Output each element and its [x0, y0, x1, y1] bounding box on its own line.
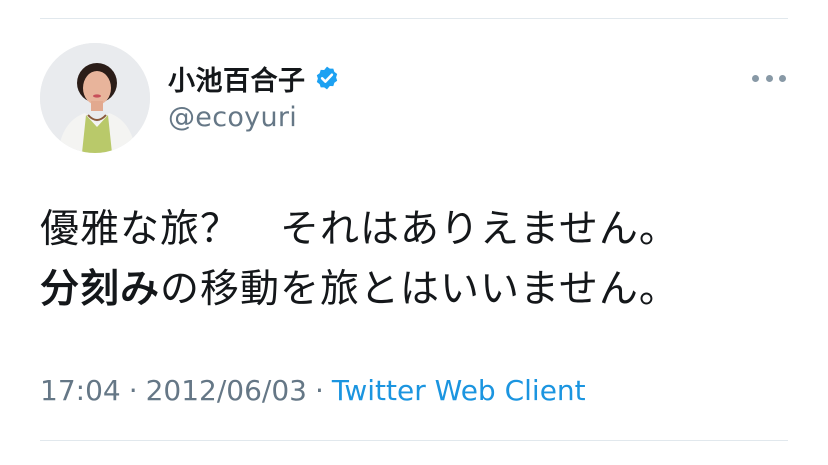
more-dot [752, 74, 759, 82]
author-display-name[interactable]: 小池百合子 [168, 59, 306, 98]
verified-badge-icon [314, 65, 340, 91]
more-dot [765, 74, 773, 82]
tweet-line-2: 分刻みの移動を旅とはいいません。 [40, 260, 800, 320]
author-name-row: 小池百合子 [168, 58, 340, 98]
avatar-image [40, 43, 150, 153]
tweet-client-link[interactable]: Twitter Web Client [332, 374, 586, 407]
more-dot [779, 74, 786, 82]
meta-separator: · [315, 374, 324, 407]
tweet-time[interactable]: 17:04 [40, 374, 121, 407]
top-divider [40, 18, 788, 19]
author-avatar[interactable] [40, 43, 150, 153]
tweet-bold-text: 分刻み [40, 267, 161, 312]
tweet-line-1: 優雅な旅？ それはありえません。 [40, 207, 679, 252]
meta-separator: · [128, 374, 138, 407]
more-options-icon[interactable] [752, 66, 786, 90]
bottom-divider [40, 440, 788, 441]
tweet-line-2-rest: の移動を旅とはいいません。 [160, 267, 679, 312]
tweet-meta: 17:04 · 2012/06/03 · Twitter Web Client [40, 374, 586, 407]
tweet-text: 優雅な旅？ それはありえません。 分刻みの移動を旅とはいいません。 [40, 200, 800, 320]
tweet-date[interactable]: 2012/06/03 [146, 374, 307, 407]
author-handle[interactable]: @ecoyuri [168, 102, 297, 133]
